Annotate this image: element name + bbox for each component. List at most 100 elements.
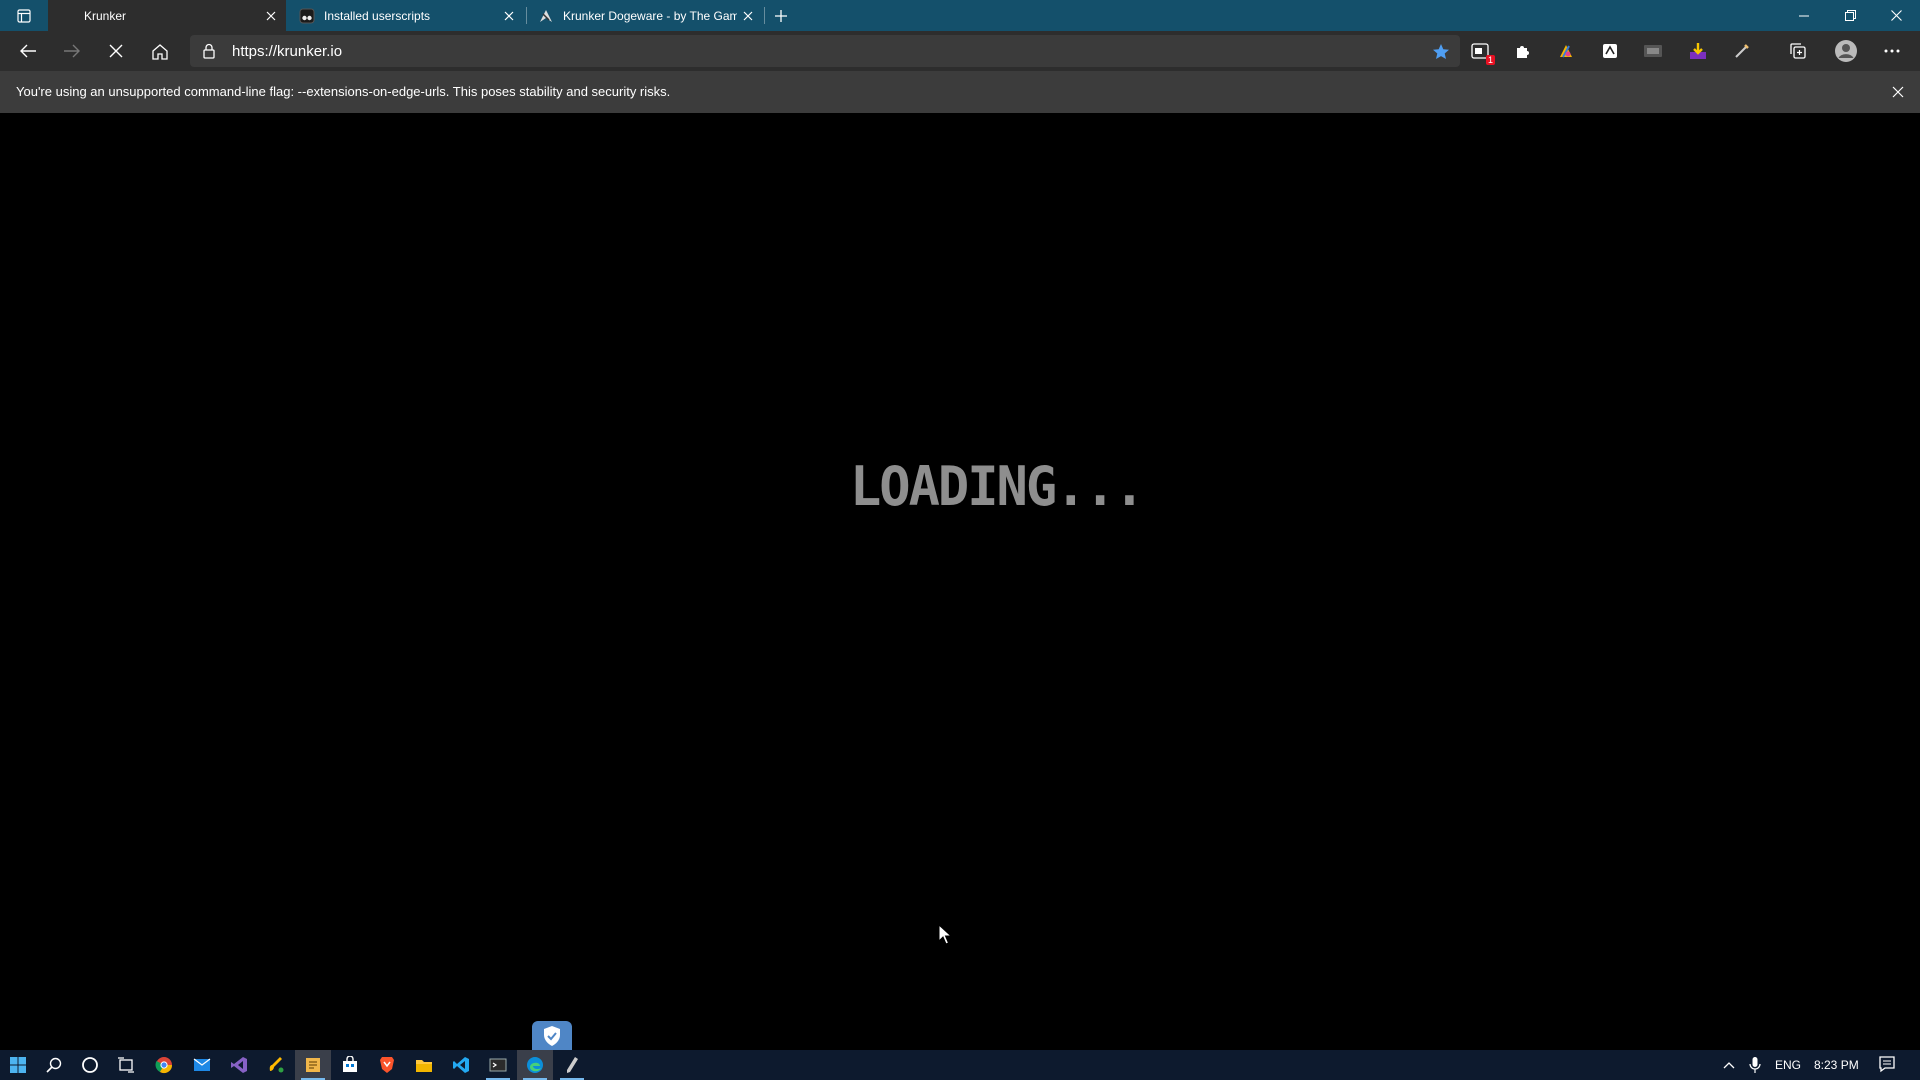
file-explorer-icon (416, 1060, 432, 1072)
vscode-icon (453, 1057, 469, 1073)
minimize-icon (1799, 15, 1809, 16)
notification-icon (1879, 1056, 1895, 1073)
tab-favicon (59, 8, 75, 24)
tab-title: Krunker Dogeware - by The Gam (563, 8, 737, 23)
forward-button[interactable] (56, 35, 88, 67)
tab-installed-userscripts[interactable]: Installed userscripts (288, 0, 524, 31)
tab-krunker[interactable]: Krunker (48, 0, 286, 31)
edge-taskbar-button[interactable] (517, 1050, 553, 1080)
home-button[interactable] (144, 35, 176, 67)
info-bar-message: You're using an unsupported command-line… (16, 84, 671, 99)
star-icon (1433, 43, 1449, 59)
lock-icon[interactable] (202, 43, 216, 59)
mail-taskbar-button[interactable] (184, 1050, 220, 1080)
stop-icon (109, 44, 123, 58)
script-extension-button[interactable] (1598, 39, 1622, 63)
mouse-cursor-icon (938, 924, 952, 945)
close-icon (504, 11, 514, 20)
start-button[interactable] (0, 1050, 36, 1080)
restore-button[interactable] (1827, 0, 1873, 31)
extension-badge-count: 1 (1485, 55, 1495, 65)
input-language-indicator[interactable]: ENG (1775, 1058, 1801, 1072)
show-hidden-icons-button[interactable] (1722, 1055, 1736, 1075)
restore-icon (1844, 10, 1856, 21)
chevron-up-icon (1723, 1062, 1735, 1069)
task-view-button[interactable] (108, 1050, 144, 1080)
colorful-extension-icon (1560, 45, 1572, 58)
microphone-icon (1749, 1057, 1761, 1073)
sticky-app-taskbar-button[interactable] (295, 1050, 331, 1080)
close-window-button[interactable] (1873, 0, 1919, 31)
paint-taskbar-button[interactable] (258, 1050, 294, 1080)
script-extension-icon (1603, 44, 1617, 58)
profile-button[interactable] (1834, 39, 1858, 63)
clock[interactable]: 8:23 PM (1814, 1058, 1859, 1072)
info-bar-close-button[interactable] (1888, 82, 1908, 102)
brave-icon (380, 1057, 394, 1073)
close-tab-button[interactable] (260, 5, 282, 27)
colorful-extension-button[interactable] (1554, 39, 1578, 63)
favorite-star-button[interactable] (1430, 41, 1452, 61)
page-viewport[interactable] (0, 113, 1920, 1050)
tab-krunker-dogeware[interactable]: Krunker Dogeware - by The Gam (527, 0, 763, 31)
loading-text: LOADING... (850, 455, 1145, 519)
chrome-taskbar-button[interactable] (146, 1050, 182, 1080)
tab-actions-button[interactable] (10, 4, 38, 28)
pen-extension-icon (1735, 44, 1749, 58)
minimize-button[interactable] (1781, 0, 1827, 31)
close-icon (266, 11, 276, 20)
visual-studio-taskbar-button[interactable] (221, 1050, 257, 1080)
url-text[interactable]: https://krunker.io (232, 43, 342, 60)
extension-badge-button[interactable]: 1 (1468, 39, 1495, 65)
close-icon (1892, 86, 1904, 98)
settings-menu-button[interactable] (1880, 39, 1904, 63)
paint-icon (269, 1057, 284, 1073)
address-bar[interactable]: https://krunker.io (190, 35, 1460, 67)
navigation-toolbar: https://krunker.io 1 (0, 31, 1920, 71)
store-taskbar-button[interactable] (332, 1050, 368, 1080)
pen-tool-taskbar-button[interactable] (554, 1050, 590, 1080)
vscode-taskbar-button[interactable] (443, 1050, 479, 1080)
close-tab-button[interactable] (498, 5, 520, 27)
microphone-tray-button[interactable] (1748, 1055, 1762, 1075)
extensions-button[interactable] (1511, 39, 1535, 63)
info-bar: You're using an unsupported command-line… (0, 71, 1920, 113)
puzzle-icon (1517, 46, 1529, 58)
security-shield-button[interactable] (532, 1021, 572, 1050)
collections-button[interactable] (1786, 39, 1810, 63)
mail-icon (193, 1058, 211, 1071)
file-explorer-taskbar-button[interactable] (406, 1050, 442, 1080)
home-icon (152, 43, 168, 60)
visual-studio-icon (231, 1057, 247, 1073)
tab-actions-icon (17, 9, 31, 23)
pen-tool-icon (567, 1057, 578, 1073)
sticky-app-icon (306, 1058, 320, 1072)
stop-loading-button[interactable] (100, 35, 132, 67)
cortana-icon (82, 1057, 98, 1073)
start-icon (10, 1057, 26, 1073)
terminal-icon (489, 1058, 507, 1072)
tab-title: Installed userscripts (324, 8, 431, 23)
brave-taskbar-button[interactable] (369, 1050, 405, 1080)
tab-separator (764, 7, 765, 24)
pen-extension-button[interactable] (1730, 39, 1754, 63)
store-icon (343, 1056, 357, 1072)
back-button[interactable] (12, 35, 44, 67)
search-button[interactable] (36, 1050, 72, 1080)
terminal-taskbar-button[interactable] (480, 1050, 516, 1080)
action-center-button[interactable] (1878, 1055, 1896, 1073)
dark-extension-button[interactable] (1641, 39, 1665, 63)
download-extension-button[interactable] (1686, 39, 1710, 63)
tab-title: Krunker (84, 8, 127, 23)
windows-taskbar: ENG 8:23 PM (0, 1050, 1920, 1080)
close-tab-button[interactable] (737, 5, 759, 27)
cortana-button[interactable] (72, 1050, 108, 1080)
task-view-icon (118, 1057, 134, 1073)
edge-icon (527, 1057, 543, 1073)
plus-icon (775, 10, 787, 22)
chrome-icon (155, 1057, 173, 1074)
close-icon (1890, 10, 1902, 21)
back-arrow-icon (20, 44, 36, 58)
new-tab-button[interactable] (768, 3, 794, 29)
shield-icon (544, 1025, 560, 1046)
